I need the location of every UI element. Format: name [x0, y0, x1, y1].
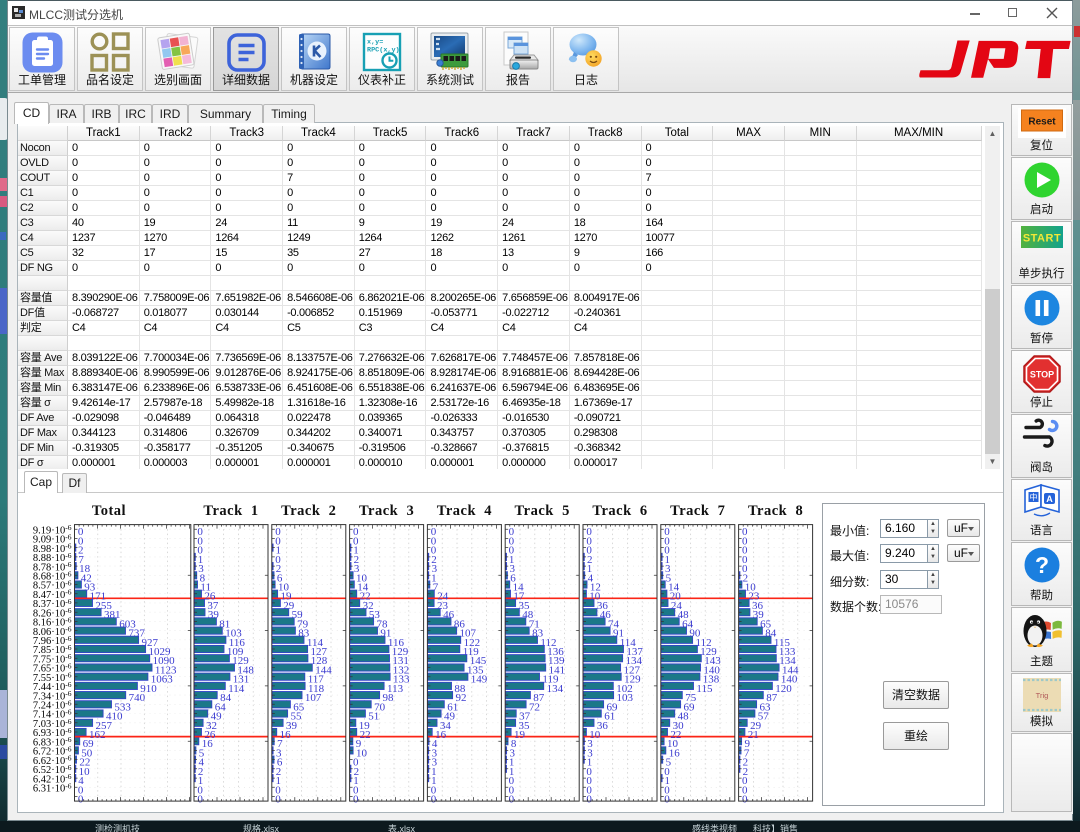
- svg-text:Track 6: Track 6: [592, 503, 647, 519]
- svg-text:START: START: [1022, 233, 1060, 245]
- svg-text:Total: Total: [92, 503, 126, 519]
- svg-text:46: 46: [443, 609, 455, 621]
- svg-text:107: 107: [305, 692, 322, 704]
- svg-text:381: 381: [104, 609, 121, 621]
- svg-text:RPC(x,y): RPC(x,y): [367, 47, 400, 55]
- svg-text:72: 72: [529, 701, 540, 713]
- svg-text:中: 中: [1029, 492, 1037, 502]
- svg-text:740: 740: [129, 692, 146, 704]
- svg-text:Trig: Trig: [1035, 691, 1048, 700]
- svg-text:?: ?: [1034, 552, 1048, 578]
- svg-text:51: 51: [368, 711, 379, 723]
- svg-text:120: 120: [775, 683, 792, 695]
- svg-text:A: A: [1046, 494, 1053, 504]
- svg-text:103: 103: [617, 692, 634, 704]
- svg-text:STOP: STOP: [1029, 370, 1053, 380]
- svg-text:149: 149: [471, 674, 488, 686]
- svg-text:Track 4: Track 4: [437, 503, 492, 519]
- svg-text:115: 115: [696, 683, 713, 695]
- svg-text:Track 7: Track 7: [670, 503, 725, 519]
- svg-text:22: 22: [360, 729, 371, 741]
- svg-text:Track 3: Track 3: [359, 503, 414, 519]
- svg-text:Track 8: Track 8: [748, 503, 803, 519]
- svg-text:x,y=: x,y=: [367, 39, 383, 47]
- svg-text:39: 39: [208, 609, 220, 621]
- svg-text:Reset: Reset: [1028, 117, 1056, 128]
- svg-text:Track 1: Track 1: [203, 503, 258, 519]
- svg-text:6.31·10-6: 6.31·10-6: [33, 781, 72, 794]
- svg-text:134: 134: [547, 683, 564, 695]
- svg-text:Track 2: Track 2: [281, 503, 336, 519]
- svg-text:Track 5: Track 5: [515, 503, 570, 519]
